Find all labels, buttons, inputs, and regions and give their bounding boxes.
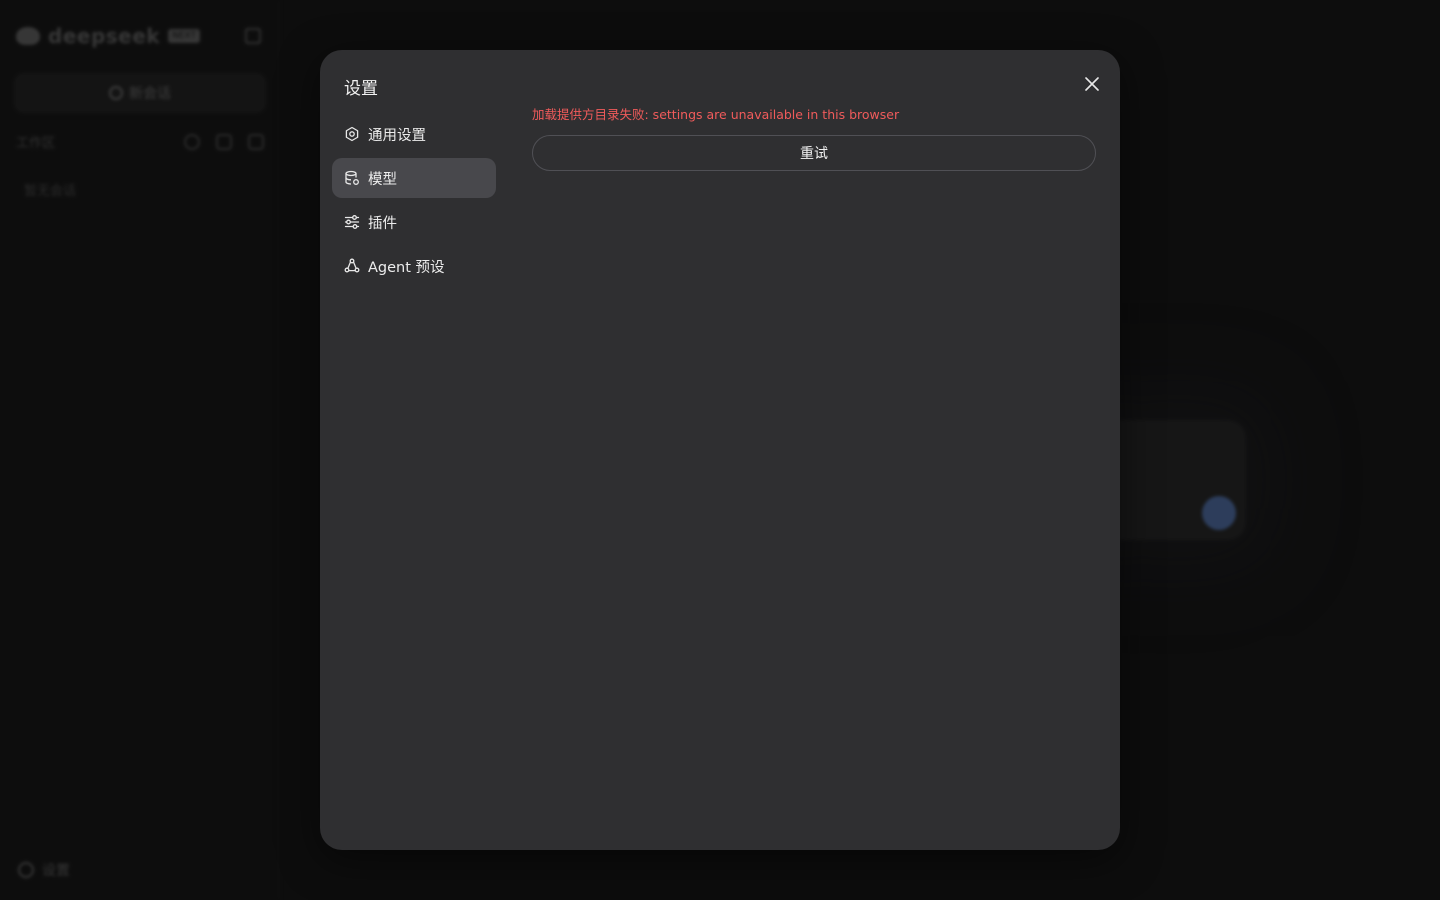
- nav-item-general[interactable]: 通用设置: [332, 114, 496, 154]
- settings-content: 加载提供方目录失败: settings are unavailable in t…: [532, 104, 1096, 171]
- nav-item-models[interactable]: 模型: [332, 158, 496, 198]
- nav-item-agent-presets[interactable]: Agent 预设: [332, 246, 496, 286]
- sliders-icon: [344, 214, 360, 230]
- database-icon: [344, 170, 360, 186]
- nav-item-plugins[interactable]: 插件: [332, 202, 496, 242]
- retry-button[interactable]: 重试: [532, 135, 1096, 171]
- gear-icon: [344, 126, 360, 142]
- error-message: 加载提供方目录失败: settings are unavailable in t…: [532, 107, 900, 122]
- nav-label: 插件: [368, 215, 397, 232]
- agent-icon: [344, 258, 360, 274]
- close-icon: [1085, 77, 1099, 91]
- settings-modal: 设置 通用设置 模型 插件 Agent 预设 加载提供方目录失败: settin…: [320, 50, 1120, 850]
- close-button[interactable]: [1080, 72, 1104, 96]
- nav-label: 通用设置: [368, 127, 426, 144]
- modal-title: 设置: [344, 79, 378, 99]
- settings-nav: 通用设置 模型 插件 Agent 预设: [332, 114, 496, 290]
- nav-label: 模型: [368, 171, 397, 188]
- nav-label: Agent 预设: [368, 259, 445, 276]
